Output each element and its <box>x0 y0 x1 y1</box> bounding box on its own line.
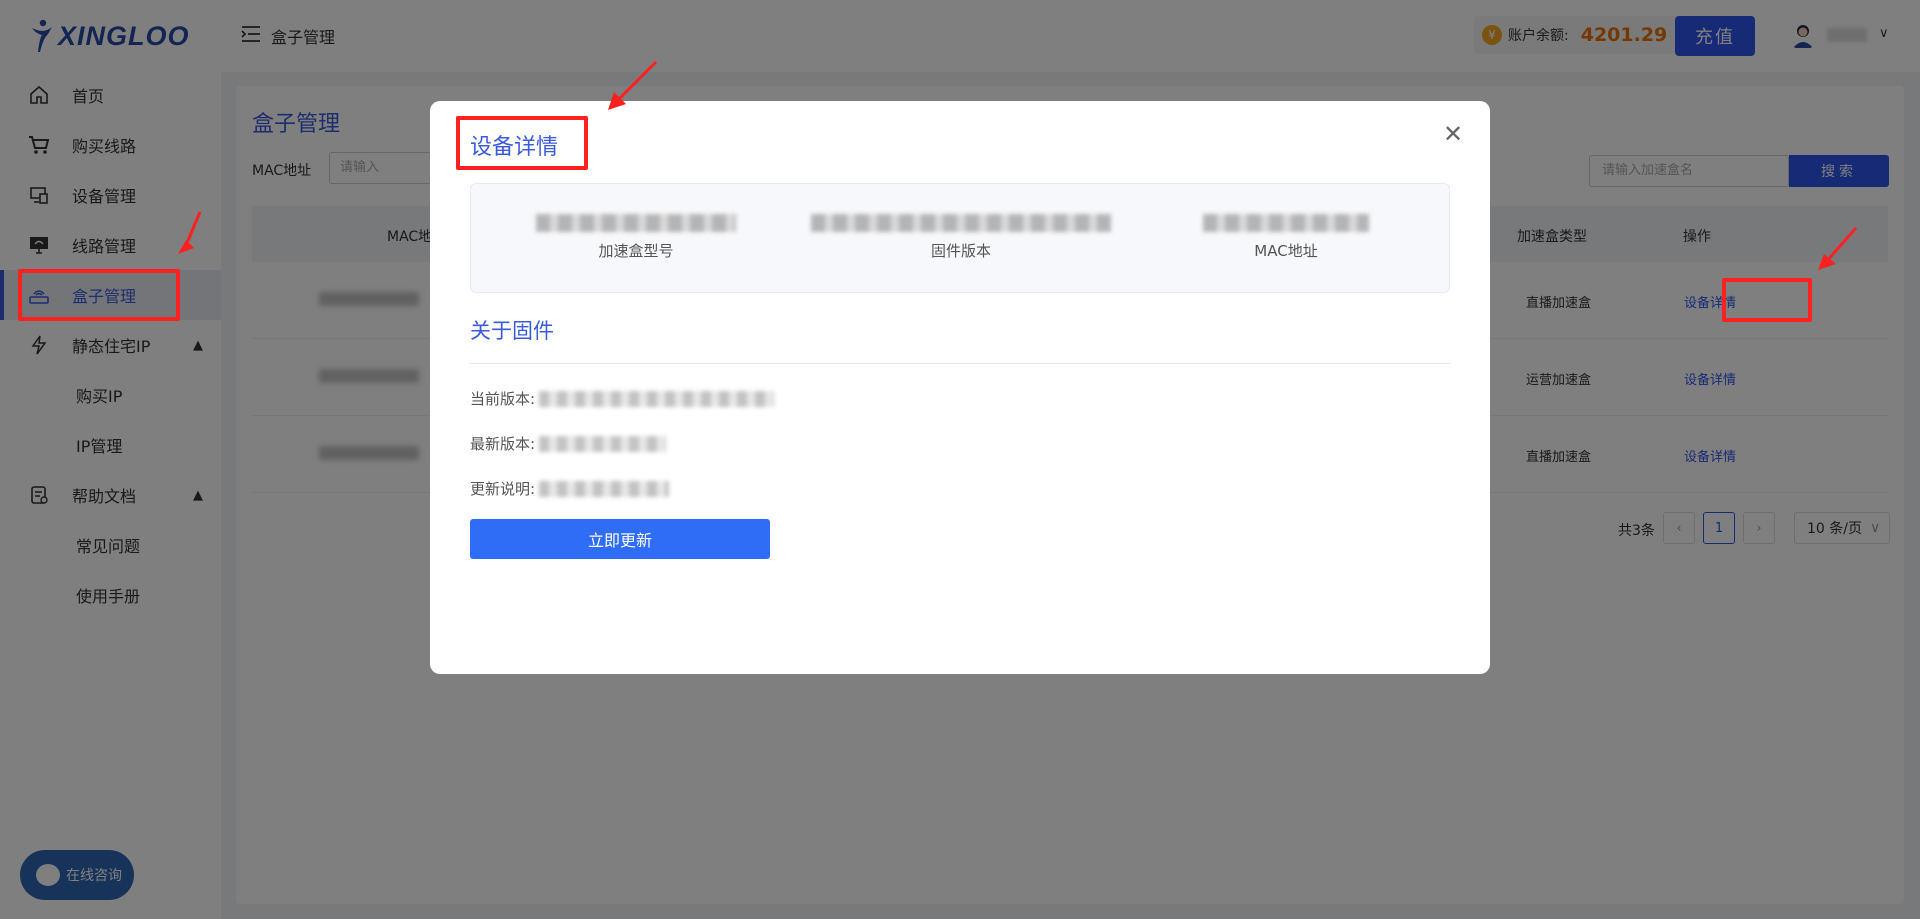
divider <box>470 363 1450 364</box>
update-now-button[interactable]: 立即更新 <box>470 519 770 559</box>
latest-version-label: 最新版本: <box>470 435 536 453</box>
current-version-value-blurred <box>539 390 775 407</box>
device-detail-modal: 设备详情 ✕ 加速盒型号 固件版本 MAC地址 关于固件 当前版本: 最新版本:… <box>430 101 1490 674</box>
mac-value-blurred <box>1203 214 1369 232</box>
close-icon[interactable]: ✕ <box>1442 120 1464 148</box>
latest-version-value-blurred <box>539 435 667 452</box>
info-label: 固件版本 <box>930 242 991 260</box>
update-notes-row: 更新说明: <box>470 478 670 499</box>
current-version-row: 当前版本: <box>470 388 775 409</box>
info-mac: MAC地址 <box>1166 214 1406 261</box>
annotation-box-modal-title <box>456 116 588 170</box>
about-firmware-title: 关于固件 <box>470 319 554 343</box>
info-label: MAC地址 <box>1254 242 1318 260</box>
current-version-label: 当前版本: <box>470 390 536 408</box>
annotation-arrow-icon <box>608 60 658 110</box>
update-notes-value-blurred <box>539 480 670 497</box>
annotation-arrow-icon <box>1818 227 1858 270</box>
firmware-value-blurred <box>811 214 1111 232</box>
update-notes-label: 更新说明: <box>470 480 536 498</box>
info-label: 加速盒型号 <box>598 242 674 260</box>
device-info-box: 加速盒型号 固件版本 MAC地址 <box>470 183 1450 293</box>
latest-version-row: 最新版本: <box>470 433 667 454</box>
annotation-box-detail-link <box>1722 278 1812 322</box>
annotation-arrow-icon <box>178 211 202 254</box>
info-firmware: 固件版本 <box>811 214 1111 261</box>
annotation-box-sidebar <box>18 269 180 321</box>
info-model: 加速盒型号 <box>516 214 756 261</box>
model-value-blurred <box>536 214 736 232</box>
